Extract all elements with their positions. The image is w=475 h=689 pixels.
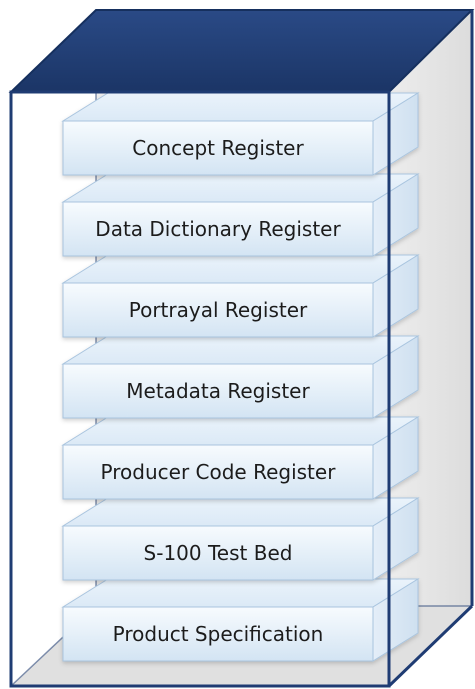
- register-layer: Portrayal Register: [61, 254, 420, 338]
- register-layer-top-face: [61, 416, 420, 446]
- slab-layers: Product Specification S-100 Test Bed Produ…: [61, 92, 420, 662]
- register-layer-top-face: [61, 335, 420, 365]
- register-layer-label: Portrayal Register: [129, 298, 308, 322]
- stack-diagram: Product Specification S-100 Test Bed Produ…: [8, 9, 475, 688]
- register-layer-label: S-100 Test Bed: [144, 541, 293, 565]
- register-layer-top-face: [61, 92, 420, 122]
- register-layer: S-100 Test Bed: [61, 497, 420, 581]
- register-layer-top-face: [61, 497, 420, 527]
- cabinet-top: [8, 9, 475, 93]
- register-layer: Producer Code Register: [61, 416, 420, 500]
- register-layer: Concept Register: [61, 92, 420, 176]
- register-layer: Product Specification: [61, 578, 420, 662]
- register-layer-label: Concept Register: [132, 136, 304, 160]
- register-layer-top-face: [61, 254, 420, 284]
- register-layer-label: Producer Code Register: [101, 460, 337, 484]
- cabinet-top-group: [8, 9, 475, 93]
- register-layer-top-face: [61, 173, 420, 203]
- register-layer-top-face: [61, 578, 420, 608]
- register-layer: Data Dictionary Register: [61, 173, 420, 257]
- register-layer-label: Data Dictionary Register: [95, 217, 341, 241]
- register-layer-label: Metadata Register: [126, 379, 310, 403]
- register-layer: Metadata Register: [61, 335, 420, 419]
- register-layer-label: Product Specification: [113, 622, 324, 646]
